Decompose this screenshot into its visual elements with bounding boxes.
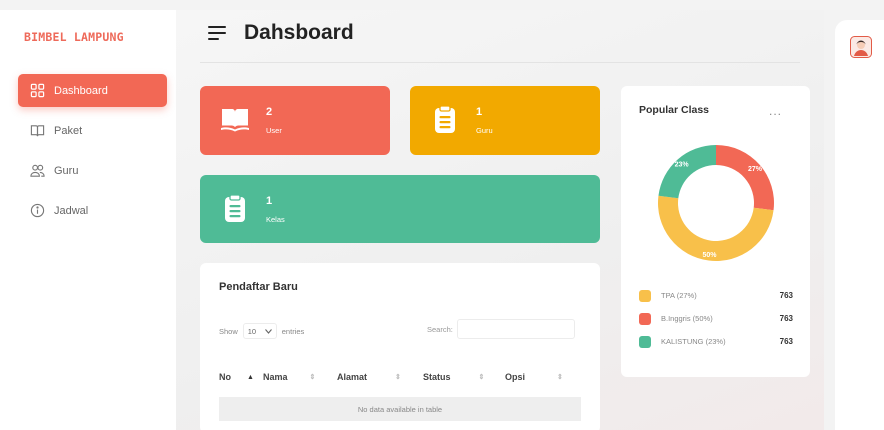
donut-chart: 27% 50% 23% (658, 145, 774, 261)
col-nama-label: Nama (263, 372, 288, 382)
legend-swatch (639, 312, 651, 325)
legend-label: TPA (27%) (661, 291, 697, 300)
search-control: Search: (427, 319, 575, 339)
book-open-icon (221, 109, 249, 132)
search-label: Search: (427, 324, 453, 334)
user-card[interactable]: 2 User (200, 86, 390, 155)
legend-value: 763 (779, 337, 793, 346)
slice-label: 23% (675, 161, 690, 168)
book-icon (30, 125, 45, 137)
col-alamat[interactable]: Alamat ⇕ (335, 372, 421, 382)
sidebar-item-dashboard[interactable]: Dashboard (18, 74, 167, 107)
donut-slice[interactable] (658, 145, 716, 199)
legend-swatch (639, 289, 651, 302)
page-title: Dahsboard (244, 21, 354, 44)
menu-icon[interactable] (208, 26, 226, 40)
clipboard-icon (225, 194, 245, 222)
col-no-label: No (219, 372, 231, 382)
col-nama[interactable]: Nama ⇕ (255, 372, 335, 382)
legend-item: B.Inggris (50%) 763 (639, 307, 793, 330)
legend-swatch (639, 335, 651, 348)
user-count: 2 (266, 106, 273, 118)
sidebar-item-guru[interactable]: Guru (18, 154, 167, 187)
chart-legend: TPA (27%) 763 B.Inggris (50%) 763 KALISTUNG … (639, 284, 793, 353)
clipboard-icon (435, 105, 455, 133)
sidebar-nav: Dashboard Paket Guru Jadwal (18, 74, 167, 234)
slice-label: 27% (748, 166, 763, 173)
slice-label: 50% (702, 252, 717, 259)
legend-value: 763 (779, 314, 793, 323)
user-label: User (266, 126, 282, 135)
col-opsi-label: Opsi (505, 372, 526, 382)
sidebar-item-paket[interactable]: Paket (18, 114, 167, 147)
guru-count: 1 (476, 106, 483, 118)
popular-class-panel: Popular Class ... 27% 50% 23% TPA (27%) 763… (621, 86, 810, 377)
empty-row: No data available in table (219, 397, 581, 421)
sidebar-item-label: Paket (54, 124, 83, 137)
header-divider (200, 62, 800, 63)
entries-value: 10 (247, 326, 257, 336)
entries-control: Show 10 entries (219, 323, 304, 339)
legend-item: TPA (27%) 763 (639, 284, 793, 307)
brand-logo: BIMBEL LAMPUNG (24, 30, 124, 44)
col-alamat-label: Alamat (337, 372, 368, 382)
sidebar: BIMBEL LAMPUNG Dashboard Paket Guru Jadw… (0, 10, 176, 430)
right-panel (835, 20, 884, 430)
show-label: Show (219, 326, 238, 336)
main-content: Dahsboard 2 User 1 Guru 1 Kelas Pendafta… (176, 10, 824, 430)
grid-icon (30, 83, 45, 98)
sidebar-item-label: Dashboard (54, 84, 108, 97)
kelas-label: Kelas (266, 215, 285, 224)
legend-item: KALISTUNG (23%) 763 (639, 330, 793, 353)
chevron-down-icon (264, 328, 272, 334)
info-icon (30, 203, 45, 218)
col-no[interactable]: No ▲ (219, 372, 255, 382)
panel-title: Popular Class (639, 104, 710, 116)
col-status[interactable]: Status ⇕ (421, 372, 503, 382)
pendaftar-panel: Pendaftar Baru Show 10 entries Search: N… (200, 263, 600, 430)
more-menu-icon[interactable]: ... (769, 104, 782, 118)
sort-asc-icon: ▲ (247, 373, 254, 381)
sidebar-item-label: Guru (54, 164, 79, 177)
avatar[interactable] (850, 36, 872, 58)
legend-label: KALISTUNG (23%) (661, 337, 726, 346)
sort-icon: ⇕ (395, 374, 401, 381)
legend-label: B.Inggris (50%) (661, 314, 713, 323)
users-icon (30, 164, 45, 177)
sort-icon: ⇕ (478, 374, 485, 381)
sort-icon: ⇕ (309, 374, 316, 381)
sidebar-item-label: Jadwal (54, 204, 89, 217)
guru-label: Guru (476, 126, 493, 135)
panel-title: Pendaftar Baru (219, 281, 298, 293)
sidebar-item-jadwal[interactable]: Jadwal (18, 194, 167, 227)
guru-card[interactable]: 1 Guru (410, 86, 600, 155)
kelas-card[interactable]: 1 Kelas (200, 175, 600, 243)
col-opsi[interactable]: Opsi ⇕ (503, 372, 581, 382)
search-input[interactable] (456, 319, 575, 339)
table-header: No ▲ Nama ⇕ Alamat ⇕ Status ⇕ Opsi ⇕ (219, 367, 581, 387)
sort-icon: ⇕ (557, 374, 563, 381)
entries-label: entries (281, 326, 305, 336)
page-header: Dahsboard (208, 21, 354, 45)
donut-slice[interactable] (716, 145, 774, 211)
legend-value: 763 (779, 291, 793, 300)
kelas-count: 1 (266, 195, 273, 207)
col-status-label: Status (423, 372, 451, 382)
entries-select[interactable]: 10 (242, 323, 277, 339)
